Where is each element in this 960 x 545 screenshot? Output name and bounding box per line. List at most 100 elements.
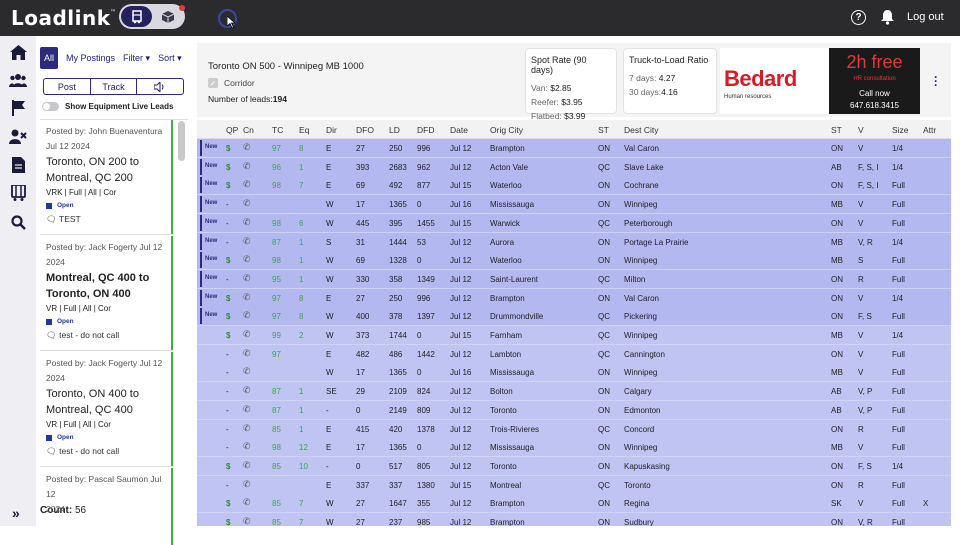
more-options-icon[interactable]: · · ·: [934, 71, 938, 91]
table-row[interactable]: - ✆ W 17 1365 0 Jul 16 Mississauga ON Winnipeg MB V…: [197, 363, 951, 383]
phone-icon[interactable]: ✆: [243, 179, 251, 190]
phone-icon[interactable]: ✆: [243, 273, 251, 284]
posting-card[interactable]: Posted by: Jack Fogerty Jul 12 2024 Mont…: [40, 236, 173, 351]
posting-card[interactable]: Posted by: Jack Fogerty Jul 12 2024 Toro…: [40, 352, 173, 467]
table-row[interactable]: New - ✆ W 17 1365 0 Jul 16 Mississauga ON Winnipeg…: [197, 195, 951, 215]
postings-scrollbar[interactable]: [178, 121, 185, 161]
expand-sidebar-icon[interactable]: »: [12, 505, 20, 521]
column-header-orig-st[interactable]: ST: [598, 125, 609, 135]
phone-icon[interactable]: ✆: [243, 516, 251, 526]
table-row[interactable]: New $ ✆ 98 1 W 69 1328 0 Jul 12 Waterloo ON Winnipeg…: [197, 251, 951, 271]
column-header-attr[interactable]: Attr: [923, 125, 936, 135]
cell-qp: $: [226, 461, 231, 471]
user-remove-icon[interactable]: [9, 128, 27, 144]
post-button[interactable]: Post: [44, 79, 91, 94]
table-row[interactable]: New $ ✆ 98 7 E 69 492 877 Jul 15 Waterloo ON Cochran…: [197, 176, 951, 196]
table-row[interactable]: New $ ✆ 97 8 E 27 250 996 Jul 12 Brampton ON Val Car…: [197, 288, 951, 308]
phone-icon[interactable]: ✆: [243, 236, 251, 247]
corridor-checkbox[interactable]: ✓ Corridor: [208, 78, 255, 88]
phone-icon[interactable]: ✆: [243, 329, 251, 340]
trailer-mode-button[interactable]: [121, 6, 152, 27]
column-header-dfd[interactable]: DFD: [417, 125, 434, 135]
mode-toggle[interactable]: [119, 4, 185, 29]
track-button[interactable]: Track: [91, 79, 138, 94]
phone-icon[interactable]: ✆: [243, 142, 251, 153]
cell-dest: Slave Lake: [624, 162, 664, 172]
column-header-v[interactable]: V: [858, 125, 864, 135]
phone-icon[interactable]: ✆: [243, 161, 251, 172]
phone-icon[interactable]: ✆: [243, 217, 251, 228]
sort-dropdown[interactable]: Sort ▾: [158, 53, 182, 64]
phone-icon[interactable]: ✆: [243, 292, 251, 303]
table-row[interactable]: - ✆ E 337 337 1380 Jul 15 Montreal QC Toronto ON R F…: [197, 475, 951, 495]
cell-orig: Farnham: [490, 331, 523, 340]
table-row[interactable]: - ✆ 87 1 SE 29 2109 824 Jul 12 Bolton ON Calgary AB V…: [197, 382, 951, 402]
table-row[interactable]: New - ✆ 98 6 W 445 395 1455 Jul 15 Warwick QC Peterb…: [197, 213, 951, 233]
posting-card[interactable]: Posted by: John Buenaventura Jul 12 2024…: [40, 120, 173, 235]
column-header-date[interactable]: Date: [450, 125, 468, 135]
phone-icon[interactable]: ✆: [243, 497, 251, 508]
table-row[interactable]: $ ✆ 85 10 - 0 517 805 Jul 12 Toronto ON Kapuskasing…: [197, 456, 951, 476]
column-header-dir[interactable]: Dir: [326, 125, 337, 135]
cell-orig-st: QC: [598, 480, 610, 490]
table-row[interactable]: New $ ✆ 97 8 E 27 250 996 Jul 12 Brampton ON Val Car…: [197, 139, 951, 158]
tab-all[interactable]: All: [40, 47, 58, 69]
phone-icon[interactable]: ✆: [243, 385, 251, 396]
cell-v: V, P: [858, 387, 873, 397]
flag-icon[interactable]: [9, 100, 27, 116]
help-icon[interactable]: ?: [851, 10, 866, 25]
phone-icon[interactable]: ✆: [243, 479, 251, 490]
table-row[interactable]: $ ✆ 85 7 W 27 237 985 Jul 12 Brampton ON Sudbury ON V…: [197, 513, 951, 526]
column-header-ld[interactable]: LD: [389, 125, 400, 135]
phone-icon[interactable]: ✆: [243, 310, 251, 321]
trailer-nav-icon[interactable]: [9, 185, 27, 201]
advertisement-banner[interactable]: Bedard Human resources 2h free HR consul…: [720, 48, 920, 114]
column-header-size[interactable]: Size: [892, 125, 909, 135]
bell-icon[interactable]: [880, 9, 895, 25]
logout-link[interactable]: Log out: [907, 11, 944, 23]
phone-icon[interactable]: ✆: [243, 423, 251, 434]
table-row[interactable]: New $ ✆ 97 8 W 400 378 1397 Jul 12 Drummondville QC…: [197, 307, 951, 327]
phone-icon[interactable]: ✆: [243, 348, 251, 359]
column-header-dest[interactable]: Dest City: [624, 125, 658, 135]
posting-equipment: VRK | Full | All | Cor: [46, 188, 117, 197]
table-row[interactable]: - ✆ 97 E 482 486 1442 Jul 12 Lambton QC Cannington…: [197, 344, 951, 364]
table-row[interactable]: $ ✆ 85 7 W 27 1647 355 Jul 12 Brampton ON Regina SK V…: [197, 494, 951, 514]
cell-dfd: 355: [417, 499, 431, 509]
table-row[interactable]: New - ✆ 95 1 W 330 358 1349 Jul 12 Saint-Laurent QC…: [197, 269, 951, 289]
column-header-dfo[interactable]: DFO: [356, 125, 374, 135]
table-row[interactable]: - ✆ 85 1 E 415 420 1378 Jul 12 Trois-Rivieres QC Co…: [197, 419, 951, 439]
column-header-orig[interactable]: Orig City: [490, 125, 523, 135]
cell-dest: Val Caron: [624, 293, 659, 303]
column-header-dest-st[interactable]: ST: [831, 125, 842, 135]
tab-my-postings[interactable]: My Postings: [66, 53, 115, 63]
home-icon[interactable]: [9, 44, 27, 60]
cell-orig: Aurora: [490, 237, 515, 247]
table-row[interactable]: - ✆ 87 1 - 0 2149 809 Jul 12 Toronto ON Edmonton AB V…: [197, 400, 951, 420]
posting-card[interactable]: Posted by: Pascal Saumon Jul 12 2024: [40, 468, 173, 545]
cell-v: F, S: [858, 461, 872, 471]
column-header-eq[interactable]: Eq: [299, 125, 309, 135]
users-icon[interactable]: [9, 72, 27, 88]
column-header-cn[interactable]: Cn: [243, 125, 254, 135]
search-icon[interactable]: [9, 214, 27, 230]
phone-icon[interactable]: ✆: [243, 441, 251, 452]
table-row[interactable]: - ✆ 98 12 E 17 1365 0 Jul 12 Mississauga ON Winnipe…: [197, 438, 951, 458]
live-leads-toggle[interactable]: [42, 102, 59, 111]
phone-icon[interactable]: ✆: [243, 366, 251, 377]
column-header-tc[interactable]: TC: [272, 125, 283, 135]
document-icon[interactable]: [9, 157, 27, 173]
table-row[interactable]: New $ ✆ 96 1 E 393 2683 962 Jul 12 Acton Vale QC Sla…: [197, 157, 951, 177]
column-header-qp[interactable]: QP: [226, 125, 238, 135]
phone-icon[interactable]: ✆: [243, 254, 251, 265]
loadlink-logo[interactable]: Loadlink ™: [11, 6, 116, 30]
table-row[interactable]: New - ✆ 87 1 S 31 1444 53 Jul 12 Aurora ON Portage L…: [197, 232, 951, 252]
cell-dir: E: [326, 181, 332, 191]
phone-icon[interactable]: ✆: [243, 404, 251, 415]
phone-icon[interactable]: ✆: [243, 460, 251, 471]
filter-dropdown[interactable]: Filter ▾: [123, 53, 150, 64]
sound-button[interactable]: [137, 79, 183, 94]
table-row[interactable]: $ ✆ 99 2 W 373 1744 0 Jul 15 Farnham QC Winnipeg MB V…: [197, 326, 951, 345]
ad-brand: Bedard: [724, 66, 797, 91]
phone-icon[interactable]: ✆: [243, 198, 251, 209]
